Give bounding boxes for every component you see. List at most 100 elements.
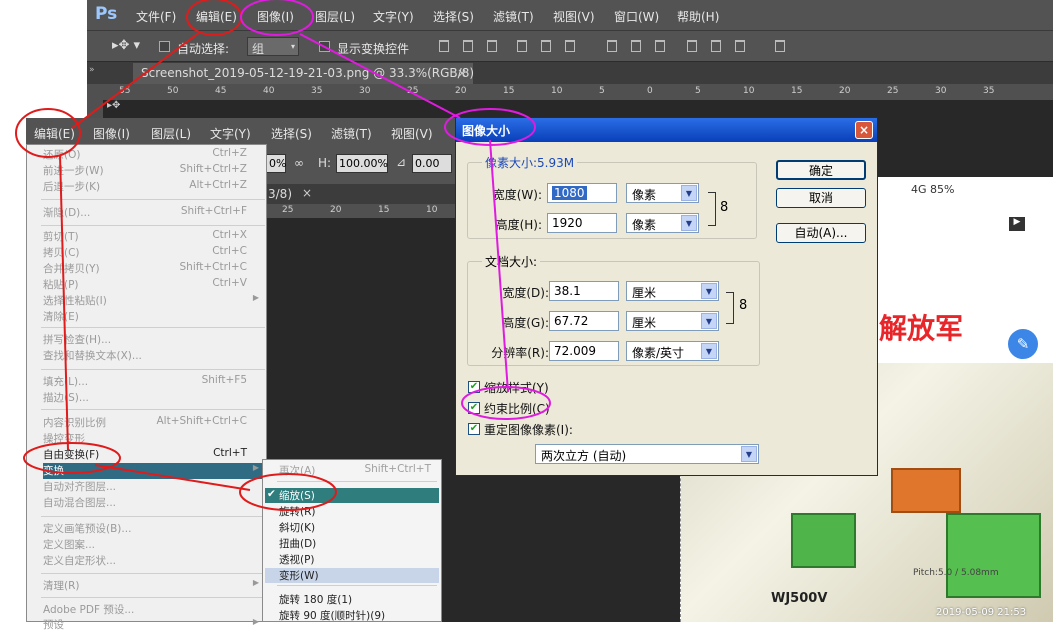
inner-angle-field[interactable]: 0.00 [412,154,452,173]
edit-menu-item[interactable]: 自动混合图层... [43,495,265,511]
move-tool-icon[interactable]: ▸✥ ▾ [112,38,140,53]
transform-menu-item[interactable]: 旋转 90 度(顺时针)(9) [279,608,439,623]
menu-view[interactable]: 视图(V) [553,8,595,25]
edit-menu-item[interactable]: 定义画笔预设(B)... [43,521,265,537]
ok-button[interactable]: 确定 [776,160,866,180]
doc-height-label: 高度(G): [502,316,549,330]
transform-menu-item[interactable]: 变形(W) [265,568,439,583]
green-terminal-large [946,513,1041,598]
edit-menu-item[interactable]: 定义图案... [43,537,265,553]
scale-styles-checkbox[interactable]: ✔ [468,381,480,393]
menu-image[interactable]: 图像(I) [257,8,294,25]
doc-height-unit-select[interactable]: 厘米 ▼ [626,311,719,331]
edit-menu-item[interactable]: 拷贝(C) Ctrl+C [43,245,265,261]
align-left-icon[interactable] [517,40,527,52]
auto-select-checkbox[interactable] [159,41,170,52]
edit-menu-item[interactable]: 查找和替换文本(X)... [43,348,265,364]
inner-close-tab-icon[interactable]: × [302,186,312,200]
resolution-input[interactable]: 72.009 [549,341,619,361]
height-input[interactable]: 1920 [547,213,617,233]
width-input[interactable]: 1080 [547,183,617,203]
width-unit-select[interactable]: 像素 ▼ [626,183,699,203]
collapse-panels-icon[interactable]: » [89,65,95,75]
menu-layer[interactable]: 图层(L) [315,8,355,25]
inner-menu-type[interactable]: 文字(Y) [210,125,251,142]
resolution-unit-select[interactable]: 像素/英寸 ▼ [626,341,719,361]
edit-menu-item[interactable]: 描边(S)... [43,390,265,406]
distribute-hcenter-icon[interactable] [711,40,721,52]
align-right-icon[interactable] [565,40,575,52]
ps-logo: Ps [95,4,118,24]
menu-help[interactable]: 帮助(H) [677,8,719,25]
edit-menu-item[interactable]: 操控变形 [43,431,265,447]
transform-menu-item[interactable]: 扭曲(D) [279,536,439,551]
transform-menu-item[interactable]: ✔ 缩放(S) [265,488,439,503]
edit-menu-item[interactable]: 清除(E) [43,309,265,325]
doc-width-unit-select[interactable]: 厘米 ▼ [626,281,719,301]
inner-tab-title[interactable]: 3/8) [268,187,292,201]
dialog-close-button[interactable]: × [855,121,873,139]
constrain-proportions-checkbox[interactable]: ✔ [468,402,480,414]
resample-checkbox[interactable]: ✔ [468,423,480,435]
transform-menu-item[interactable]: 透视(P) [279,552,439,567]
align-vcenter-icon[interactable] [463,40,473,52]
distribute-vcenter-icon[interactable] [631,40,641,52]
edit-menu-item[interactable]: Adobe PDF 预设... [43,602,265,618]
edit-menu-item[interactable]: 还原(O) Ctrl+Z [43,147,265,163]
resample-method-select[interactable]: 两次立方 (自动) ▼ [535,444,759,464]
doc-width-input[interactable]: 38.1 [549,281,619,301]
transform-menu-item[interactable]: 再次(A) Shift+Ctrl+T [279,463,439,478]
doc-height-input[interactable]: 67.72 [549,311,619,331]
cancel-button[interactable]: 取消 [776,188,866,208]
menu-select[interactable]: 选择(S) [433,8,474,25]
edit-menu-item[interactable]: 自动对齐图层... [43,479,265,495]
align-bottom-icon[interactable] [487,40,497,52]
edit-menu-item[interactable]: 填充(L)... Shift+F5 [43,374,265,390]
auto-align-icon[interactable] [775,40,785,52]
inner-width-field[interactable]: 0% [266,154,286,173]
edit-menu-item[interactable]: 定义自定形状... [43,553,265,569]
edit-menu-item[interactable]: 前进一步(W) Shift+Ctrl+Z [43,163,265,179]
auto-select-dropdown[interactable]: 组 ▾ [247,37,299,56]
distribute-right-icon[interactable] [735,40,745,52]
transform-menu-item[interactable]: 旋转 180 度(1) [279,592,439,607]
edit-menu-item[interactable]: 自由变换(F) Ctrl+T [43,447,265,463]
menu-type[interactable]: 文字(Y) [373,8,414,25]
edit-menu-item[interactable]: 剪切(T) Ctrl+X [43,229,265,245]
transform-menu-item[interactable]: 旋转(R) [279,504,439,519]
inner-menu-view[interactable]: 视图(V) [391,125,433,142]
menu-window[interactable]: 窗口(W) [614,8,659,25]
distribute-top-icon[interactable] [607,40,617,52]
align-top-icon[interactable] [439,40,449,52]
inner-menu-image[interactable]: 图像(I) [93,125,130,142]
inner-h-field[interactable]: 100.00% [336,154,388,173]
document-tab[interactable]: Screenshot_2019-05-12-19-21-03.png @ 33.… [133,63,474,84]
edit-menu-item[interactable]: 渐隐(D)... Shift+Ctrl+F [43,205,265,221]
edit-menu-item[interactable]: 粘贴(P) Ctrl+V [43,277,265,293]
edit-menu-item[interactable]: 后退一步(K) Alt+Ctrl+Z [43,179,265,195]
dialog-title-bar: 图像大小 × [456,118,877,142]
show-transform-checkbox[interactable] [319,41,330,52]
inner-menu-filter[interactable]: 滤镜(T) [331,125,372,142]
inner-menu-layer[interactable]: 图层(L) [151,125,191,142]
distribute-bottom-icon[interactable] [655,40,665,52]
edit-menu-item[interactable]: 拼写检查(H)... [43,332,265,348]
menu-file[interactable]: 文件(F) [136,8,176,25]
inner-menu-select[interactable]: 选择(S) [271,125,312,142]
chevron-down-icon: ▼ [741,446,757,462]
edit-menu-item[interactable]: 清理(R) ▶ [43,578,265,594]
align-hcenter-icon[interactable] [541,40,551,52]
transform-menu-item[interactable]: 斜切(K) [279,520,439,535]
auto-button[interactable]: 自动(A)... [776,223,866,243]
edit-menu-item[interactable]: 预设 ▶ [43,617,265,633]
menu-filter[interactable]: 滤镜(T) [493,8,534,25]
link-icon[interactable]: ∞ [294,156,304,170]
menu-edit[interactable]: 编辑(E) [196,8,237,25]
edit-menu-item[interactable]: 合并拷贝(Y) Shift+Ctrl+C [43,261,265,277]
height-unit-select[interactable]: 像素 ▼ [626,213,699,233]
distribute-left-icon[interactable] [687,40,697,52]
edit-menu-item[interactable]: 内容识别比例 Alt+Shift+Ctrl+C [43,415,265,431]
edit-menu-item[interactable]: 变换 ▶ [43,463,265,479]
edit-menu-item[interactable]: 选择性粘贴(I) ▶ [43,293,265,309]
inner-menu-edit[interactable]: 编辑(E) [34,125,75,142]
